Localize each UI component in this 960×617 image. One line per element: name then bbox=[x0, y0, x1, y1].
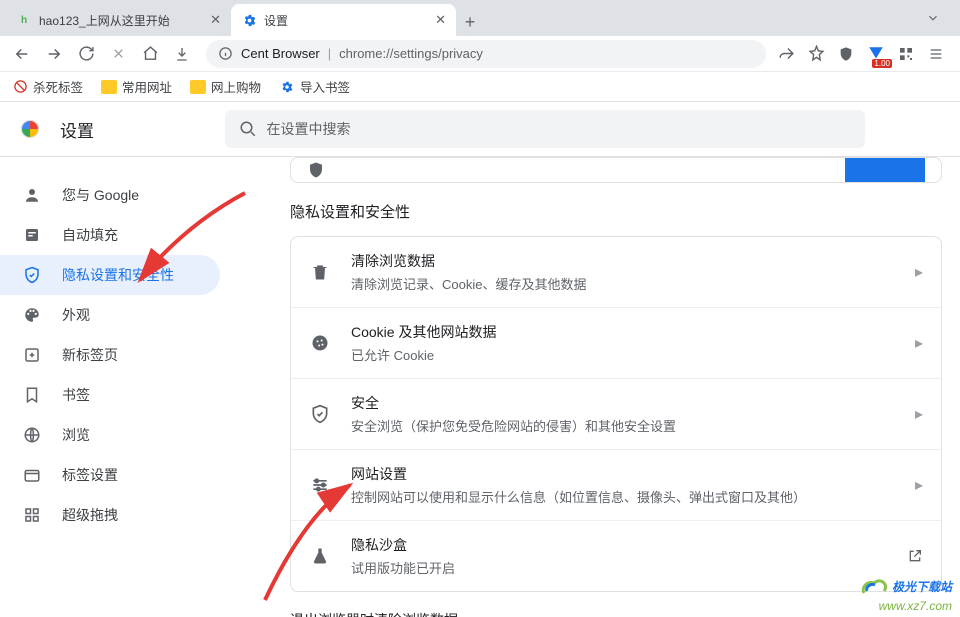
row-site-settings[interactable]: 网站设置控制网站可以使用和显示什么信息（如位置信息、摄像头、弹出式窗口及其他） … bbox=[291, 450, 941, 521]
banner-button[interactable] bbox=[845, 157, 925, 183]
watermark-logo-icon bbox=[859, 577, 889, 599]
forbidden-icon bbox=[12, 79, 28, 95]
window-caret-icon[interactable] bbox=[926, 11, 940, 25]
sidebar-item-tab-settings[interactable]: 标签设置 bbox=[0, 455, 220, 495]
close-icon[interactable]: ✕ bbox=[435, 12, 446, 28]
plus-box-icon bbox=[22, 345, 42, 365]
qr-icon[interactable] bbox=[896, 44, 916, 64]
search-placeholder: 在设置中搜索 bbox=[267, 119, 351, 139]
sidebar-item-super-drag[interactable]: 超级拖拽 bbox=[0, 495, 220, 535]
bookmarks-bar: 杀死标签 常用网址 网上购物 导入书签 bbox=[0, 72, 960, 102]
stop-button[interactable] bbox=[104, 40, 132, 68]
sidebar-item-label: 外观 bbox=[62, 305, 90, 325]
sidebar-item-newtab[interactable]: 新标签页 bbox=[0, 335, 220, 375]
chrome-logo-icon bbox=[18, 117, 42, 141]
back-button[interactable] bbox=[8, 40, 36, 68]
folder-icon bbox=[190, 80, 206, 94]
sidebar-item-bookmarks[interactable]: 书签 bbox=[0, 375, 220, 415]
info-icon bbox=[218, 46, 233, 61]
shield-check-icon bbox=[309, 403, 331, 425]
url-bar: Cent Browser | chrome://settings/privacy… bbox=[0, 36, 960, 72]
sidebar-item-label: 自动填充 bbox=[62, 225, 118, 245]
tab-title: 设置 bbox=[264, 12, 288, 29]
chevron-right-icon: ▸ bbox=[915, 404, 923, 424]
person-icon bbox=[22, 185, 42, 205]
new-tab-button[interactable]: + bbox=[456, 8, 484, 36]
privacy-card: 清除浏览数据清除浏览记录、Cookie、缓存及其他数据 ▸ Cookie 及其他… bbox=[290, 236, 942, 592]
url-path: chrome://settings/privacy bbox=[339, 46, 483, 61]
settings-header: 设置 在设置中搜索 bbox=[0, 102, 960, 157]
banner-text bbox=[325, 161, 845, 180]
folder-icon bbox=[101, 80, 117, 94]
sidebar-item-label: 超级拖拽 bbox=[62, 505, 118, 525]
sliders-icon bbox=[309, 474, 331, 496]
tab-icon bbox=[22, 465, 42, 485]
sidebar-item-autofill[interactable]: 自动填充 bbox=[0, 215, 220, 255]
bookmark-folder-shopping[interactable]: 网上购物 bbox=[190, 77, 261, 96]
download-button[interactable] bbox=[168, 40, 196, 68]
tab-strip: h hao123_上网从这里开始 ✕ 设置 ✕ + bbox=[0, 0, 960, 36]
row-security[interactable]: 安全安全浏览（保护您免受危险网站的侵害）和其他安全设置 ▸ bbox=[291, 379, 941, 450]
url-divider: | bbox=[328, 46, 331, 61]
bookmark-icon bbox=[22, 385, 42, 405]
browser-tab-settings[interactable]: 设置 ✕ bbox=[231, 4, 456, 36]
settings-sidebar: 您与 Google 自动填充 隐私设置和安全性 外观 新标签页 书签 浏览 标 bbox=[0, 157, 238, 617]
external-link-icon bbox=[907, 548, 923, 564]
cookie-icon bbox=[309, 332, 331, 354]
address-bar[interactable]: Cent Browser | chrome://settings/privacy bbox=[206, 40, 766, 68]
trash-icon bbox=[309, 261, 331, 283]
row-cookies[interactable]: Cookie 及其他网站数据已允许 Cookie ▸ bbox=[291, 308, 941, 379]
settings-body: 您与 Google 自动填充 隐私设置和安全性 外观 新标签页 书签 浏览 标 bbox=[0, 157, 960, 617]
autofill-icon bbox=[22, 225, 42, 245]
globe-icon bbox=[22, 425, 42, 445]
hao123-favicon: h bbox=[16, 12, 32, 28]
chevron-right-icon: ▸ bbox=[915, 475, 923, 495]
close-icon[interactable]: ✕ bbox=[210, 12, 221, 28]
bookmark-star-icon[interactable] bbox=[806, 44, 826, 64]
url-site: Cent Browser bbox=[241, 46, 320, 61]
download-manager-icon[interactable]: 1.00 bbox=[866, 44, 886, 64]
sidebar-item-label: 书签 bbox=[62, 385, 90, 405]
banner-card bbox=[290, 157, 942, 183]
row-clear-browsing-data[interactable]: 清除浏览数据清除浏览记录、Cookie、缓存及其他数据 ▸ bbox=[291, 237, 941, 308]
chevron-right-icon: ▸ bbox=[915, 333, 923, 353]
flask-icon bbox=[309, 545, 331, 567]
gear-icon bbox=[241, 12, 257, 28]
page-title: 设置 bbox=[60, 117, 94, 142]
row-privacy-sandbox[interactable]: 隐私沙盒试用版功能已开启 bbox=[291, 521, 941, 591]
sidebar-item-you-and-google[interactable]: 您与 Google bbox=[0, 175, 220, 215]
bookmark-folder-common[interactable]: 常用网址 bbox=[101, 77, 172, 96]
watermark: 极光下载站 www.xz7.com bbox=[859, 577, 952, 613]
shield-icon bbox=[22, 265, 42, 285]
menu-icon[interactable] bbox=[926, 44, 946, 64]
settings-main: 隐私设置和安全性 清除浏览数据清除浏览记录、Cookie、缓存及其他数据 ▸ C… bbox=[238, 157, 960, 617]
shield-extension-icon[interactable] bbox=[836, 44, 856, 64]
sidebar-item-label: 新标签页 bbox=[62, 345, 118, 365]
browser-tab-hao123[interactable]: h hao123_上网从这里开始 ✕ bbox=[6, 4, 231, 36]
sidebar-item-privacy[interactable]: 隐私设置和安全性 bbox=[0, 255, 220, 295]
shield-icon bbox=[307, 161, 325, 179]
search-icon bbox=[239, 120, 257, 138]
download-badge: 1.00 bbox=[872, 59, 892, 68]
settings-search-input[interactable]: 在设置中搜索 bbox=[225, 110, 865, 148]
section-title: 隐私设置和安全性 bbox=[290, 201, 960, 222]
sidebar-item-label: 您与 Google bbox=[62, 185, 139, 205]
forward-button[interactable] bbox=[40, 40, 68, 68]
sidebar-item-label: 浏览 bbox=[62, 425, 90, 445]
drag-icon bbox=[22, 505, 42, 525]
sidebar-item-label: 隐私设置和安全性 bbox=[62, 265, 174, 285]
gear-icon bbox=[279, 79, 295, 95]
chevron-right-icon: ▸ bbox=[915, 262, 923, 282]
sidebar-item-label: 标签设置 bbox=[62, 465, 118, 485]
tab-title: hao123_上网从这里开始 bbox=[39, 12, 170, 29]
sidebar-item-appearance[interactable]: 外观 bbox=[0, 295, 220, 335]
palette-icon bbox=[22, 305, 42, 325]
sidebar-item-browsing[interactable]: 浏览 bbox=[0, 415, 220, 455]
share-icon[interactable] bbox=[776, 44, 796, 64]
reload-button[interactable] bbox=[72, 40, 100, 68]
bookmark-kill-tabs[interactable]: 杀死标签 bbox=[12, 77, 83, 96]
home-button[interactable] bbox=[136, 40, 164, 68]
bookmark-import[interactable]: 导入书签 bbox=[279, 77, 350, 96]
